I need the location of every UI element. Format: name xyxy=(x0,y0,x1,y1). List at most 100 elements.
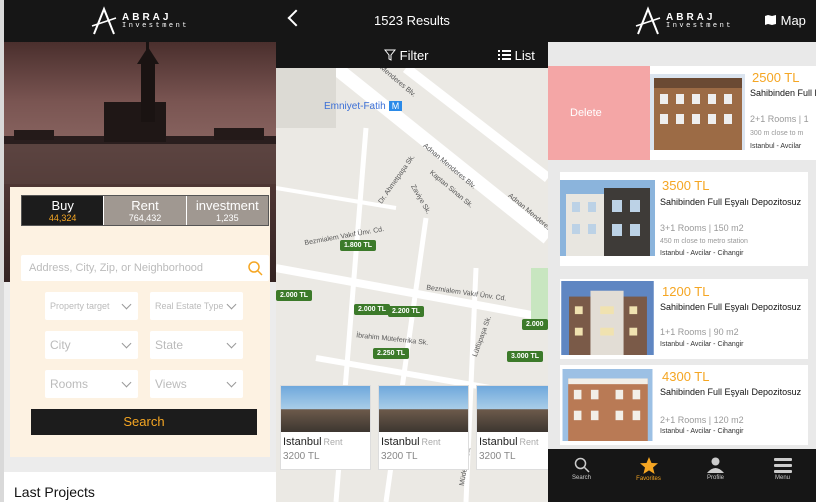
star-icon xyxy=(639,457,658,474)
chevron-down-icon xyxy=(226,299,237,310)
map-view-button[interactable]: Map xyxy=(764,13,806,28)
rooms-select[interactable]: Rooms xyxy=(45,370,138,398)
tab-count: 764,432 xyxy=(128,213,162,223)
filter-button[interactable]: Filter xyxy=(383,48,429,63)
tab-count: 44,324 xyxy=(48,213,77,223)
listing-image xyxy=(650,74,745,150)
tab-label: Menu xyxy=(774,475,790,481)
property-card[interactable]: Istanbul Rent 3200 TL xyxy=(280,385,371,470)
listing-image xyxy=(561,281,654,355)
card-city: Istanbul Rent xyxy=(477,432,548,448)
property-image xyxy=(379,386,468,432)
tab-profile[interactable]: Profile xyxy=(682,449,749,502)
real-estate-type-select[interactable]: Real Estate Type xyxy=(150,292,243,320)
chevron-down-icon xyxy=(226,338,237,349)
tab-label: Favorites xyxy=(636,476,661,482)
chevron-down-icon xyxy=(121,338,132,349)
tab-count: 1,235 xyxy=(216,213,239,223)
tab-buy[interactable]: Buy 44,324 xyxy=(22,196,104,225)
logo-mark-icon xyxy=(90,6,118,36)
listing-card[interactable]: 1200 TL Sahibinden Full Eşyalı Depozitos… xyxy=(560,279,808,359)
listing-type: Rent xyxy=(519,437,539,447)
favorites-screen: ABRAJ Investment Map Delete 2500 TL Sahi… xyxy=(548,0,816,502)
price-pin[interactable]: 2.000 xyxy=(522,319,548,330)
views-select[interactable]: Views xyxy=(150,370,243,398)
price-pin[interactable]: 1.800 TL xyxy=(340,240,377,251)
city-text: Istanbul xyxy=(381,436,420,448)
map-results-screen: 1523 Results Filter List Emniyet-Fatih M … xyxy=(276,0,548,502)
city-select[interactable]: City xyxy=(45,331,138,359)
top-bar: ABRAJ Investment xyxy=(4,0,276,42)
results-map[interactable]: Emniyet-FatihM Adnan Menderes Blv. Adnan… xyxy=(276,68,548,502)
price-pin[interactable]: 2.250 TL xyxy=(373,348,410,359)
delete-button[interactable]: Delete xyxy=(548,66,650,160)
chevron-down-icon xyxy=(226,377,237,388)
address-search-input[interactable]: Address, City, Zip, or Neighborhood xyxy=(21,255,269,281)
listing-type-tabs: Buy 44,324 Rent 764,432 investment 1,235 xyxy=(21,195,269,226)
tab-label: Rent xyxy=(131,198,159,213)
listing-rooms: 2+1 Rooms | 1 xyxy=(750,114,809,124)
list-view-button[interactable]: List xyxy=(498,48,535,63)
listing-location: Istanbul - Avcilar - Cihangir xyxy=(660,250,744,257)
chevron-down-icon xyxy=(121,299,132,310)
listing-card[interactable]: 3500 TL Sahibinden Full Eşyalı Depozitos… xyxy=(560,172,808,266)
listing-card[interactable]: 4300 TL Sahibinden Full Eşyalı Depozitos… xyxy=(560,365,808,445)
tab-label: Profile xyxy=(706,475,724,481)
filter-icon xyxy=(383,49,397,61)
property-card[interactable]: Istanbul Rent 3200 TL xyxy=(476,385,548,470)
select-label: Views xyxy=(155,377,187,391)
listing-title: Sahibinden Full Eşyalı Depozitosuz xyxy=(660,302,802,312)
tab-search[interactable]: Search xyxy=(548,449,615,502)
map-label: Map xyxy=(780,13,806,28)
map-top-bar: 1523 Results Filter List xyxy=(276,0,548,68)
state-select[interactable]: State xyxy=(150,331,243,359)
listing-type: Rent xyxy=(421,437,441,447)
listing-price: 4300 TL xyxy=(662,369,710,384)
chevron-down-icon xyxy=(121,377,132,388)
listing-rooms: 2+1 Rooms | 120 m2 xyxy=(660,415,744,425)
property-target-select[interactable]: Property target xyxy=(45,292,138,320)
select-label: Real Estate Type xyxy=(155,301,224,311)
tab-menu[interactable]: Menu xyxy=(749,449,816,502)
address-placeholder: Address, City, Zip, or Neighborhood xyxy=(29,262,204,274)
price-pin[interactable]: 2.000 TL xyxy=(276,290,313,301)
menu-icon xyxy=(773,458,792,473)
brand-name: ABRAJ xyxy=(122,11,172,23)
profile-icon xyxy=(707,457,724,473)
search-button[interactable]: Search xyxy=(31,409,257,435)
listing-rooms: 3+1 Rooms | 150 m2 xyxy=(660,223,744,233)
results-count: 1523 Results xyxy=(374,13,450,28)
metro-station-label[interactable]: Emniyet-Fatih M xyxy=(324,101,403,112)
brand-tagline: Investment xyxy=(666,21,734,30)
tab-favorites[interactable]: Favorites xyxy=(615,449,682,502)
search-icon[interactable] xyxy=(247,260,263,276)
price-pin[interactable]: 3.000 TL xyxy=(507,351,544,362)
price-pin[interactable]: 2.000 TL xyxy=(354,304,391,315)
logo-mark-icon xyxy=(634,6,662,36)
city-text: Istanbul xyxy=(283,436,322,448)
search-icon xyxy=(574,457,590,473)
listing-rooms: 1+1 Rooms | 90 m2 xyxy=(660,327,739,337)
price-pin[interactable]: 2.200 TL xyxy=(388,306,425,317)
listing-location: Istanbul - Avcilar - Cihangir xyxy=(660,428,744,435)
listing-location: Istanbul - Avcilar - Cihangir xyxy=(660,341,744,348)
tab-investment[interactable]: investment 1,235 xyxy=(185,196,268,225)
brand-logo: ABRAJ Investment xyxy=(634,6,733,36)
search-panel: Buy 44,324 Rent 764,432 investment 1,235… xyxy=(10,187,270,457)
card-city: Istanbul Rent xyxy=(379,432,468,448)
brand-tagline: Investment xyxy=(122,21,190,30)
listing-card[interactable]: 2500 TL Sahibinden Full Depozitosuz 2+1 … xyxy=(650,66,816,160)
filter-label: Filter xyxy=(399,48,429,63)
select-label: City xyxy=(50,338,71,352)
card-city: Istanbul Rent xyxy=(281,432,370,448)
tab-label: Buy xyxy=(51,198,74,213)
last-projects-heading: Last Projects xyxy=(4,472,276,502)
property-card[interactable]: Istanbul Rent 3200 TL xyxy=(378,385,469,470)
listing-price: 3500 TL xyxy=(662,178,710,193)
listing-title: Sahibinden Full Depozitosuz xyxy=(750,88,816,98)
listing-metro-distance: 300 m close to m xyxy=(750,130,804,137)
tab-label: investment xyxy=(195,198,259,213)
tab-rent[interactable]: Rent 764,432 xyxy=(103,196,186,225)
tab-label: Search xyxy=(571,475,591,481)
bottom-tab-bar: Search Favorites Profile Menu xyxy=(548,449,816,502)
